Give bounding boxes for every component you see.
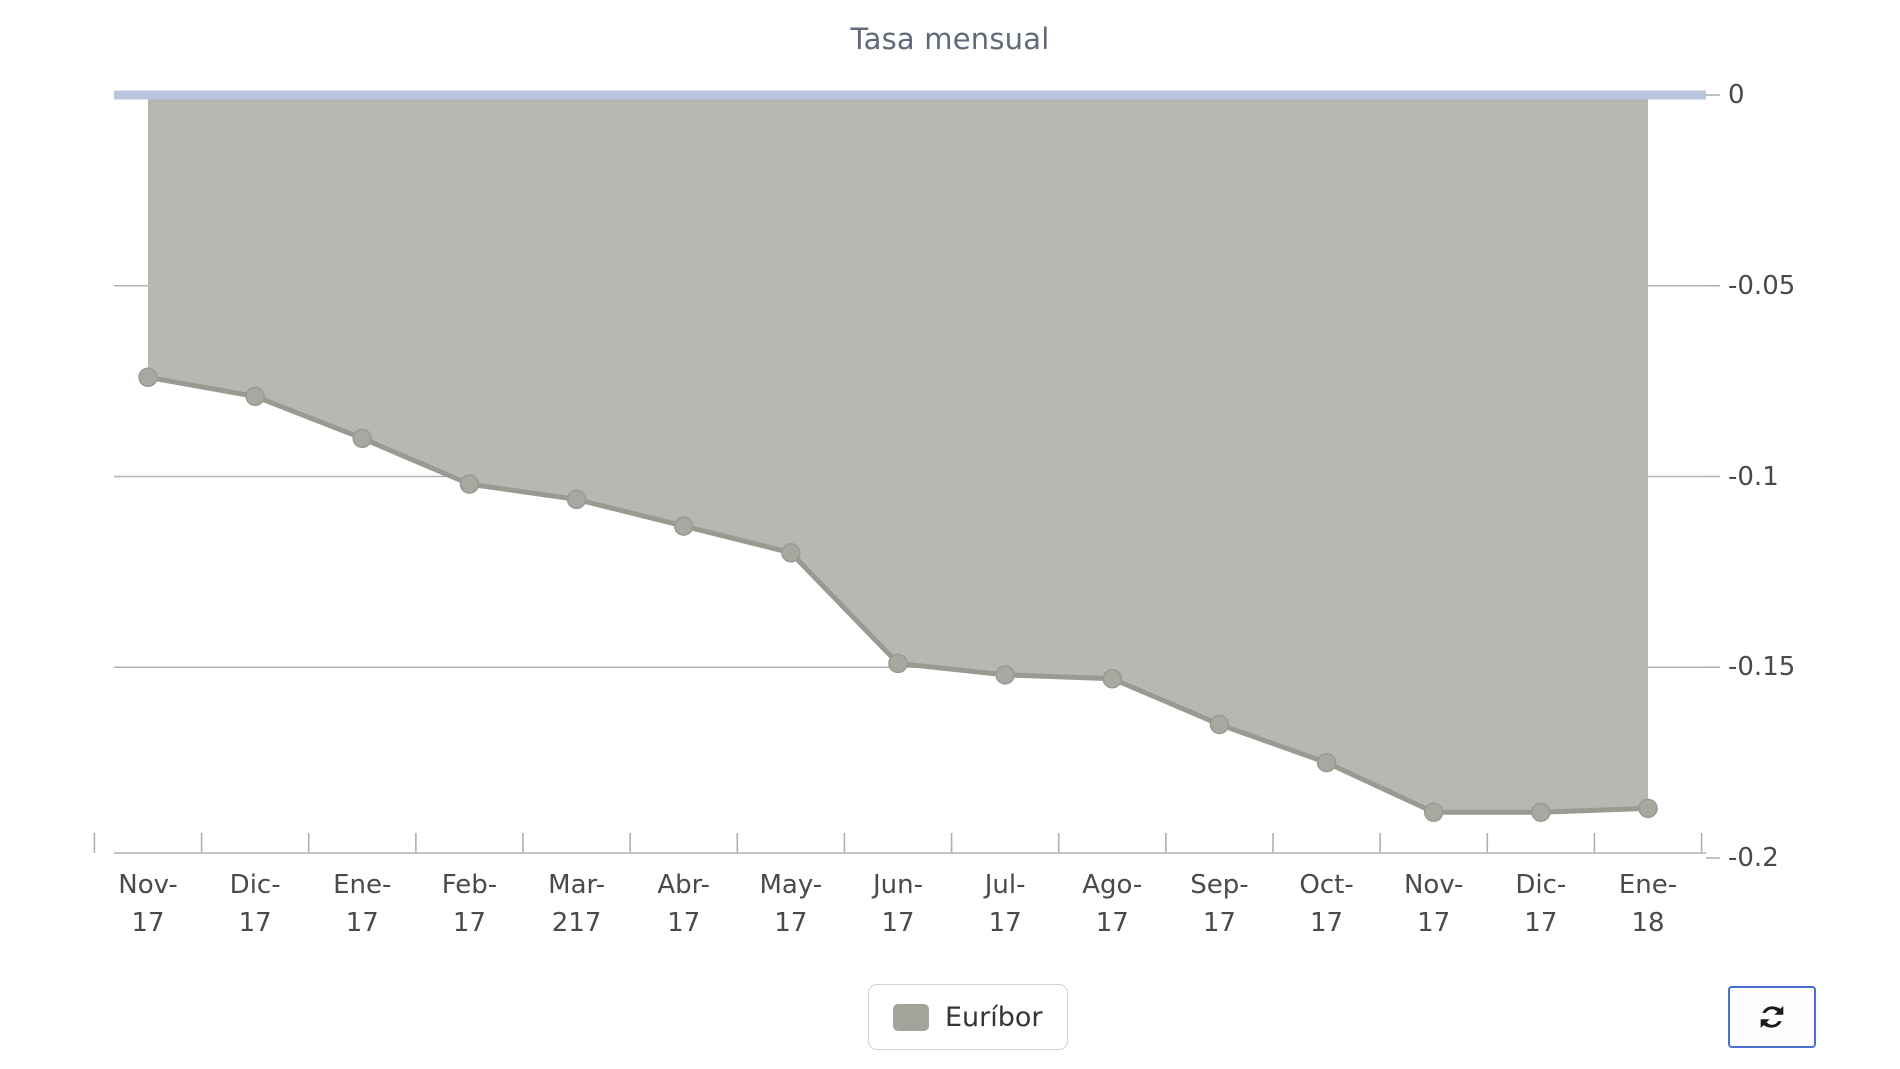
y-axis-tick-label: -0.1 <box>1728 461 1779 492</box>
x-axis-tick-label: Ene- 18 <box>1618 870 1678 938</box>
x-axis-tick-label: Jun- 17 <box>872 870 923 938</box>
x-axis-tick-label: Dic- 17 <box>229 870 281 938</box>
x-axis-tick-label: Dic- 17 <box>1515 870 1567 938</box>
x-axis-tick-label: Ago- 17 <box>1082 870 1143 938</box>
x-axis-tick-label: Feb- 17 <box>441 870 498 938</box>
x-axis-tick-label: Nov- 17 <box>118 870 178 938</box>
x-axis-tick-label: Oct- 17 <box>1299 870 1354 938</box>
refresh-button[interactable] <box>1728 986 1816 1048</box>
x-axis-tick-label: Mar- 217 <box>548 870 605 938</box>
series-area-euribor <box>148 95 1648 813</box>
x-axis-tick-label: Jul- 17 <box>984 870 1026 938</box>
chart-legend[interactable]: Euríbor <box>868 984 1068 1050</box>
y-axis-tick-label: 0 <box>1728 80 1745 110</box>
x-axis-tick-label: Abr- 17 <box>657 870 711 938</box>
legend-swatch-euribor <box>893 1003 929 1031</box>
refresh-icon <box>1755 1000 1789 1034</box>
x-axis-tick-label: Nov- 17 <box>1403 870 1464 938</box>
y-axis-tick-label: -0.2 <box>1728 843 1779 873</box>
y-axis-tick-label: -0.15 <box>1728 652 1796 683</box>
legend-label-euribor: Euríbor <box>945 1001 1043 1033</box>
x-axis-tick-label: May- 17 <box>759 870 823 938</box>
chart-container: Tasa mensual 0 -0.05 -0.1 -0.15 -0.2 Nov- 17 D… <box>0 0 1900 1069</box>
x-axis-tick-label: Sep- 17 <box>1190 870 1249 938</box>
y-axis-tick-label: -0.05 <box>1728 270 1796 301</box>
x-axis-tick-label: Ene- 17 <box>333 870 392 938</box>
